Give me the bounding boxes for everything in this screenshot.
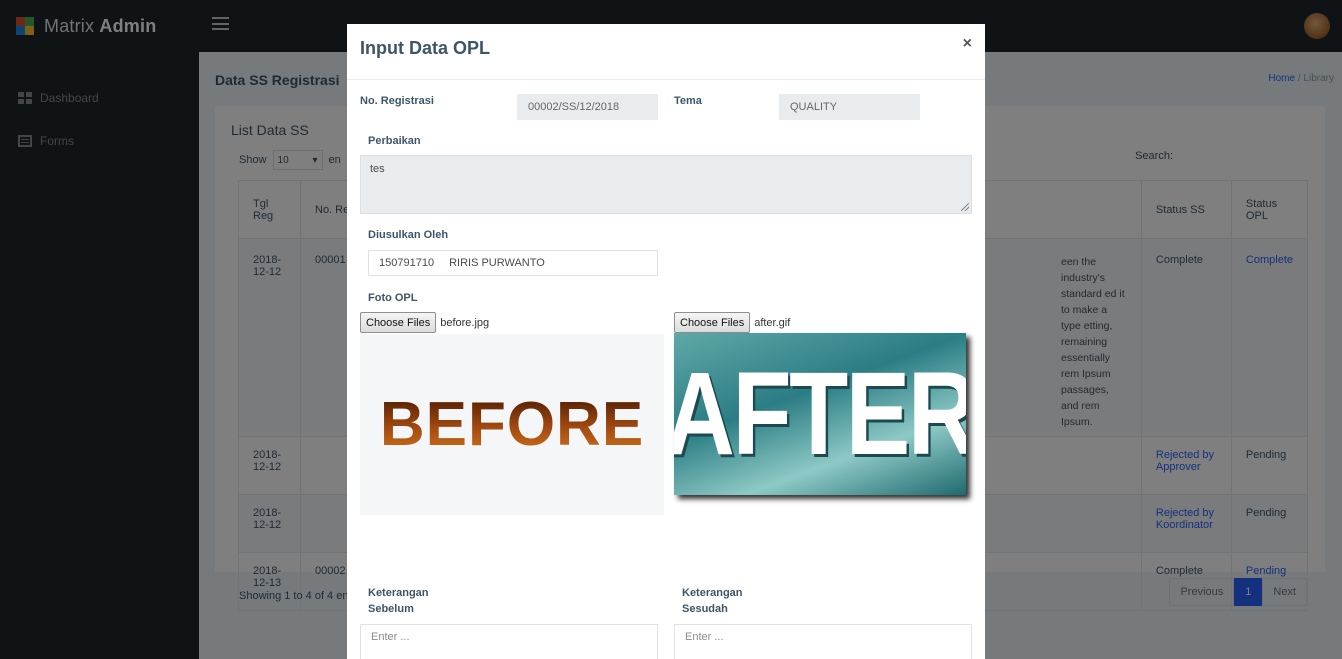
perbaikan-label: Perbaikan: [368, 135, 421, 147]
foto-opl-label: Foto OPL: [368, 292, 418, 304]
file-name-after: after.gif: [754, 316, 791, 329]
after-image-text: AFTER: [674, 348, 966, 480]
diusulkan-id: 150791710: [379, 257, 435, 269]
close-icon[interactable]: ×: [963, 35, 972, 53]
diusulkan-label: Diusulkan Oleh: [368, 229, 449, 241]
input-opl-modal: Input Data OPL × No. Registrasi 00002/SS…: [347, 24, 985, 659]
perbaikan-textarea[interactable]: tes: [360, 155, 972, 214]
modal-title: Input Data OPL: [360, 38, 490, 58]
keterangan-sebelum-input[interactable]: Enter ...: [360, 624, 658, 659]
tema-label: Tema: [674, 95, 702, 107]
resize-handle-icon[interactable]: [961, 203, 969, 211]
diusulkan-name: RIRIS PURWANTO: [449, 257, 545, 269]
no-registrasi-field[interactable]: 00002/SS/12/2018: [517, 94, 658, 120]
perbaikan-text: tes: [370, 163, 385, 175]
choose-files-button-after[interactable]: Choose Files: [674, 312, 751, 333]
keterangan-sesudah-input[interactable]: Enter ...: [674, 624, 972, 659]
file-input-before: Choose Files before.jpg: [360, 312, 489, 333]
file-input-after: Choose Files after.gif: [674, 312, 790, 333]
keterangan-sebelum-label: Keterangan Sebelum: [368, 587, 429, 615]
before-image-text: BEFORE: [379, 390, 645, 459]
file-name-before: before.jpg: [440, 316, 490, 329]
choose-files-button-before[interactable]: Choose Files: [360, 312, 437, 333]
after-image-preview: AFTER: [674, 333, 966, 495]
no-registrasi-label: No. Registrasi: [360, 95, 434, 107]
tema-field[interactable]: QUALITY: [779, 94, 920, 120]
diusulkan-field[interactable]: 150791710 RIRIS PURWANTO: [368, 250, 658, 276]
before-image-preview: BEFORE: [360, 334, 664, 515]
keterangan-sesudah-label: Keterangan Sesudah: [682, 587, 743, 615]
modal-header: Input Data OPL ×: [347, 24, 985, 80]
